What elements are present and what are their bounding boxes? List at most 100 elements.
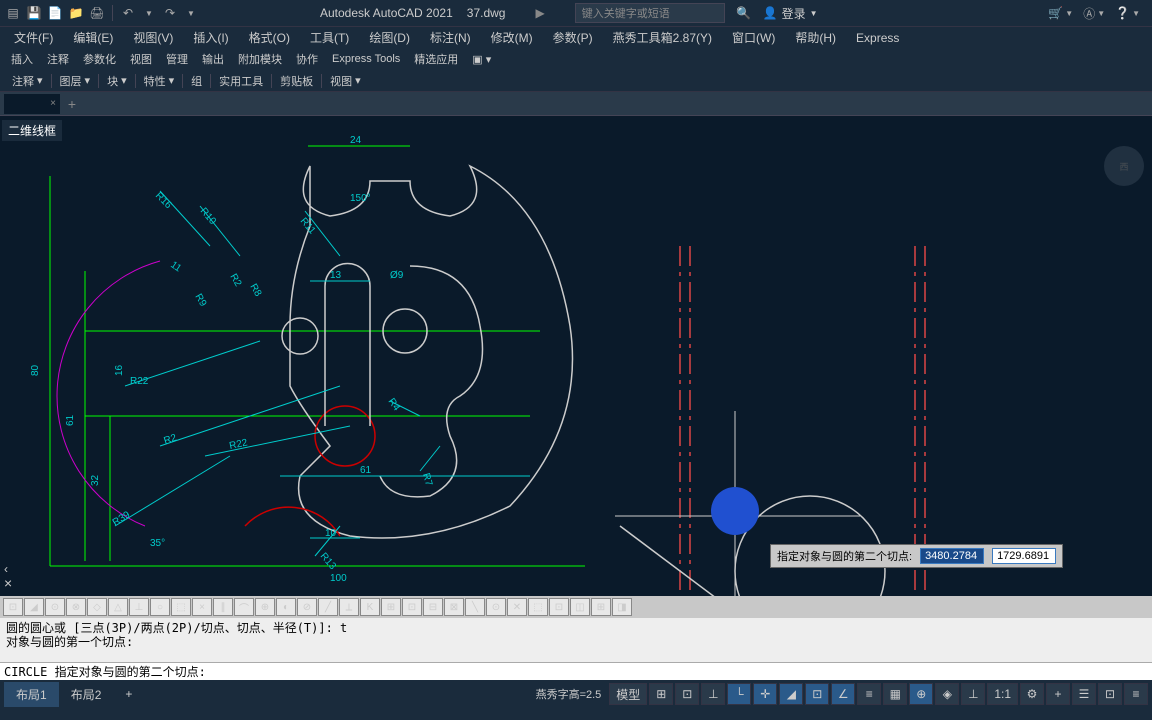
osnap-icon[interactable]: ⊡ (805, 683, 829, 705)
osnap-btn[interactable]: ✕ (507, 598, 527, 616)
tab-output[interactable]: 输出 (195, 49, 231, 69)
close-icon[interactable]: × (4, 576, 12, 590)
customize-icon[interactable]: ≡ (1124, 683, 1148, 705)
osnap-btn[interactable]: ⟂ (339, 598, 359, 616)
transparency-icon[interactable]: ▦ (883, 683, 907, 705)
menu-modify[interactable]: 修改(M) (481, 26, 543, 49)
menu-dimension[interactable]: 标注(N) (420, 26, 481, 49)
new-tab-button[interactable]: + (60, 96, 84, 112)
autodesk-icon[interactable]: Ⓐ ▼ (1083, 5, 1105, 22)
osnap-btn[interactable]: ◢ (24, 598, 44, 616)
menu-help[interactable]: 帮助(H) (785, 26, 846, 49)
open-icon[interactable]: 📁 (67, 4, 85, 22)
panel-properties[interactable]: 特性 ▾ (136, 71, 183, 91)
osnap-btn[interactable]: ⊠ (444, 598, 464, 616)
panel-annotate[interactable]: 注释 ▾ (4, 71, 51, 91)
tab-annotate[interactable]: 注释 (40, 49, 76, 69)
panel-utilities[interactable]: 实用工具 (211, 71, 271, 91)
menu-format[interactable]: 格式(O) (239, 26, 300, 49)
search-input[interactable]: 键入关键字或短语 (575, 3, 725, 23)
ortho-icon[interactable]: └ (727, 683, 751, 705)
osnap-btn[interactable]: ◨ (612, 598, 632, 616)
exchange-icon[interactable]: 🛒 ▼ (1048, 6, 1073, 20)
osnap-btn[interactable]: ○ (150, 598, 170, 616)
ribbon-expand-icon[interactable]: ▣ ▾ (465, 51, 498, 68)
osnap-btn[interactable]: △ (108, 598, 128, 616)
tab-addins[interactable]: 附加模块 (231, 49, 289, 69)
osnap-btn[interactable]: ⊕ (255, 598, 275, 616)
osnap-btn[interactable]: ◫ (570, 598, 590, 616)
tooltip-x-input[interactable]: 3480.2784 (920, 548, 984, 564)
login-button[interactable]: 👤 登录 ▼ (763, 5, 818, 22)
undo-dropdown-icon[interactable]: ▼ (140, 4, 158, 22)
osnap-btn[interactable]: ⊘ (297, 598, 317, 616)
osnap-btn[interactable]: ⊥ (129, 598, 149, 616)
annomonitor-icon[interactable]: + (1046, 683, 1070, 705)
tab-parametric[interactable]: 参数化 (76, 49, 123, 69)
command-input[interactable]: CIRCLE 指定对象与圆的第二个切点: (0, 662, 1152, 680)
infer-icon[interactable]: ⊥ (701, 683, 725, 705)
lineweight-icon[interactable]: ≡ (857, 683, 881, 705)
close-icon[interactable]: × (50, 98, 56, 109)
tab-featured[interactable]: 精选应用 (407, 49, 465, 69)
print-icon[interactable]: 🖨 (88, 4, 106, 22)
search-icon[interactable]: 🔍 (733, 2, 755, 24)
panel-clipboard[interactable]: 剪贴板 (272, 71, 321, 91)
tab-express-tools[interactable]: Express Tools (325, 51, 407, 67)
menu-express[interactable]: Express (846, 28, 909, 48)
polar-icon[interactable]: ✛ (753, 683, 777, 705)
snap-icon[interactable]: ⊡ (675, 683, 699, 705)
model-button[interactable]: 模型 (609, 683, 647, 705)
annoscale-icon[interactable]: 1:1 (987, 683, 1018, 705)
dynucs-icon[interactable]: ⊥ (961, 683, 985, 705)
isolate-icon[interactable]: ☰ (1072, 683, 1096, 705)
menu-draw[interactable]: 绘图(D) (359, 26, 420, 49)
menu-parametric[interactable]: 参数(P) (543, 26, 603, 49)
clean-icon[interactable]: ⊡ (1098, 683, 1122, 705)
osnap-btn[interactable]: ⊙ (486, 598, 506, 616)
viewcube[interactable]: 西 (1104, 146, 1144, 186)
tab-collaborate[interactable]: 协作 (289, 49, 325, 69)
osnap-btn[interactable]: ◇ (87, 598, 107, 616)
osnap-btn[interactable]: ∥ (213, 598, 233, 616)
osnap-btn[interactable]: ╱ (318, 598, 338, 616)
layout-tab-1[interactable]: 布局1 (4, 682, 59, 707)
osnap-btn[interactable]: K (360, 598, 380, 616)
menu-tools[interactable]: 工具(T) (300, 26, 359, 49)
panel-block[interactable]: 块 ▾ (99, 71, 135, 91)
iso-icon[interactable]: ◢ (779, 683, 803, 705)
panel-view[interactable]: 视图 ▾ (322, 71, 369, 91)
osnap-btn[interactable]: ⬚ (171, 598, 191, 616)
osnap-btn[interactable]: ⊗ (66, 598, 86, 616)
cycling-icon[interactable]: ⊕ (909, 683, 933, 705)
tab-view[interactable]: 视图 (123, 49, 159, 69)
redo-icon[interactable]: ↷ (161, 4, 179, 22)
save-icon[interactable]: 💾 (25, 4, 43, 22)
osnap-btn[interactable]: ⌒ (234, 598, 254, 616)
app-menu-icon[interactable]: ▤ (4, 4, 22, 22)
menu-yanxiu[interactable]: 燕秀工具箱2.87(Y) (603, 26, 722, 49)
tab-insert[interactable]: 插入 (4, 49, 40, 69)
osnap-btn[interactable]: × (192, 598, 212, 616)
saveas-icon[interactable]: 📄 (46, 4, 64, 22)
redo-dropdown-icon[interactable]: ▼ (182, 4, 200, 22)
layout-tab-2[interactable]: 布局2 (59, 682, 114, 707)
help-icon[interactable]: ❔ ▼ (1115, 6, 1140, 20)
3dosnap-icon[interactable]: ◈ (935, 683, 959, 705)
menu-insert[interactable]: 插入(I) (183, 26, 238, 49)
osnap-btn[interactable]: ⬚ (528, 598, 548, 616)
panel-group[interactable]: 组 (183, 71, 210, 91)
tab-manage[interactable]: 管理 (159, 49, 195, 69)
osnap-btn[interactable]: ⊞ (381, 598, 401, 616)
tooltip-y-input[interactable]: 1729.6891 (992, 548, 1056, 564)
undo-icon[interactable]: ↶ (119, 4, 137, 22)
menu-edit[interactable]: 编辑(E) (63, 26, 123, 49)
otrack-icon[interactable]: ∠ (831, 683, 855, 705)
layout-add-button[interactable]: + (113, 683, 144, 705)
menu-view[interactable]: 视图(V) (123, 26, 183, 49)
osnap-btn[interactable]: ⊡ (3, 598, 23, 616)
doc-tab-current[interactable]: × (4, 94, 60, 114)
grid-icon[interactable]: ⊞ (649, 683, 673, 705)
workspace-icon[interactable]: ⚙ (1020, 683, 1044, 705)
osnap-btn[interactable]: ⊟ (423, 598, 443, 616)
